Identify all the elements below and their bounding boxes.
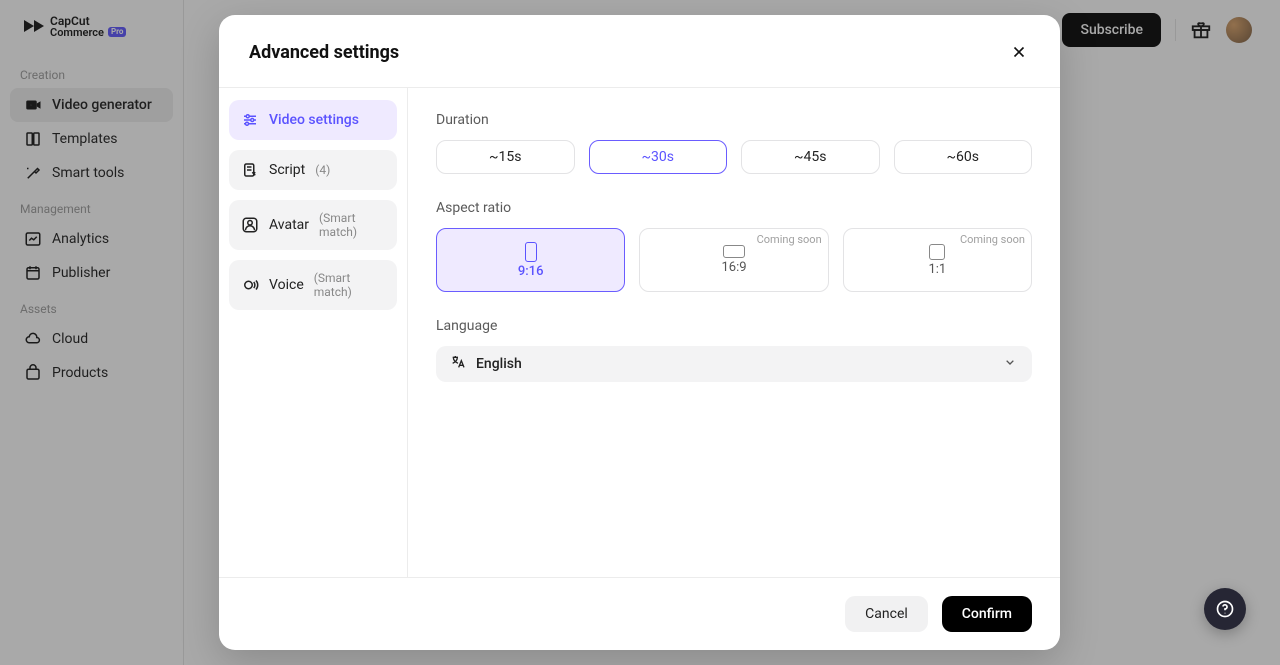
close-button[interactable] xyxy=(1008,41,1030,63)
nav-voice[interactable]: Voice (Smart match) xyxy=(229,260,397,310)
duration-option-60s[interactable]: ~60s xyxy=(894,140,1033,174)
chevron-down-icon xyxy=(1002,354,1018,374)
sliders-icon xyxy=(241,111,259,129)
nav-avatar[interactable]: Avatar (Smart match) xyxy=(229,200,397,250)
aspect-option-1-1: Coming soon 1:1 xyxy=(843,228,1032,292)
translate-icon xyxy=(450,354,466,374)
duration-label: Duration xyxy=(436,112,1032,128)
language-select[interactable]: English xyxy=(436,346,1032,382)
nav-sublabel: (4) xyxy=(315,163,330,177)
nav-script[interactable]: Script (4) xyxy=(229,150,397,190)
duration-option-45s[interactable]: ~45s xyxy=(741,140,880,174)
language-label: Language xyxy=(436,318,1032,334)
cancel-button[interactable]: Cancel xyxy=(845,596,928,632)
nav-sublabel: (Smart match) xyxy=(319,211,385,239)
coming-soon-badge: Coming soon xyxy=(757,233,822,246)
modal-header: Advanced settings xyxy=(219,15,1060,87)
aspect-option-16-9: Coming soon 16:9 xyxy=(639,228,828,292)
ratio-label: 16:9 xyxy=(721,260,746,275)
ratio-shape-9-16-icon xyxy=(525,242,537,262)
voice-icon xyxy=(241,276,259,294)
script-icon xyxy=(241,161,259,179)
avatar-icon xyxy=(241,216,259,234)
nav-label: Video settings xyxy=(269,112,359,128)
aspect-option-9-16[interactable]: 9:16 xyxy=(436,228,625,292)
ratio-shape-1-1-icon xyxy=(929,244,945,260)
aspect-label: Aspect ratio xyxy=(436,200,1032,216)
duration-option-30s[interactable]: ~30s xyxy=(589,140,728,174)
nav-video-settings[interactable]: Video settings xyxy=(229,100,397,140)
nav-label: Voice xyxy=(269,277,304,293)
ratio-shape-16-9-icon xyxy=(723,245,745,258)
duration-options: ~15s ~30s ~45s ~60s xyxy=(436,140,1032,174)
language-value: English xyxy=(476,356,522,372)
ratio-label: 9:16 xyxy=(518,264,544,279)
help-button[interactable] xyxy=(1204,588,1246,630)
close-icon xyxy=(1010,43,1028,61)
confirm-button[interactable]: Confirm xyxy=(942,596,1032,632)
nav-sublabel: (Smart match) xyxy=(314,271,385,299)
modal-nav: Video settings Script (4) Avatar (Smart … xyxy=(219,88,408,577)
duration-option-15s[interactable]: ~15s xyxy=(436,140,575,174)
help-icon xyxy=(1215,599,1235,619)
advanced-settings-modal: Advanced settings Video settings Script … xyxy=(219,15,1060,650)
modal-content: Duration ~15s ~30s ~45s ~60s Aspect rati… xyxy=(408,88,1060,577)
coming-soon-badge: Coming soon xyxy=(960,233,1025,246)
ratio-label: 1:1 xyxy=(928,262,946,277)
nav-label: Avatar xyxy=(269,217,309,233)
nav-label: Script xyxy=(269,162,305,178)
aspect-options: 9:16 Coming soon 16:9 Coming soon 1:1 xyxy=(436,228,1032,292)
modal-footer: Cancel Confirm xyxy=(219,577,1060,650)
modal-title: Advanced settings xyxy=(249,42,399,63)
